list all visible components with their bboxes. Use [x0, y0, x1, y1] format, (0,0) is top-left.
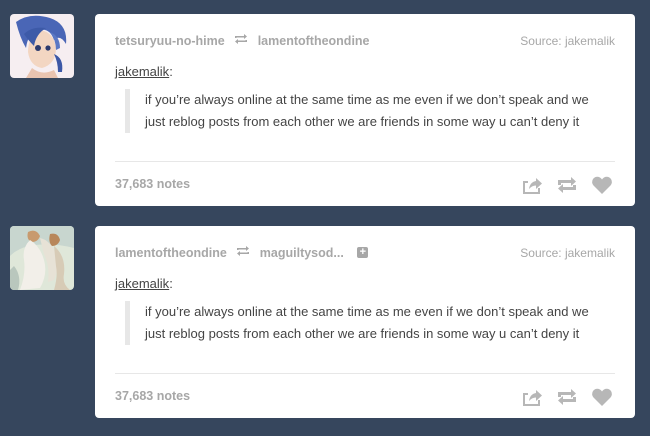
source-link[interactable]: Source: jakemalik: [520, 244, 615, 262]
post-controls: [521, 175, 613, 195]
reblog-icon: [236, 244, 250, 262]
share-icon[interactable]: [521, 175, 543, 195]
divider: [115, 373, 615, 374]
quote-author: jakemalik:: [115, 64, 173, 79]
post-header: lamentoftheondine maguiltysod... + Sourc…: [115, 244, 615, 262]
post-header: tetsuryuu-no-hime lamentoftheondine Sour…: [115, 32, 615, 50]
reblog-icon: [234, 32, 248, 50]
quote-author-colon: :: [169, 276, 173, 291]
quote-text: if you’re always online at the same time…: [125, 89, 605, 133]
quote-author-colon: :: [169, 64, 173, 79]
quote-author-link[interactable]: jakemalik: [115, 64, 169, 79]
like-heart-icon[interactable]: [591, 175, 613, 195]
follow-plus-button[interactable]: +: [357, 247, 369, 259]
avatar[interactable]: [10, 14, 74, 78]
avatar[interactable]: [10, 226, 74, 290]
blog-name-link[interactable]: lamentoftheondine: [115, 246, 227, 260]
quote-text: if you’re always online at the same time…: [125, 301, 605, 345]
post-card: lamentoftheondine maguiltysod... + Sourc…: [95, 226, 635, 418]
reblogged-from-link[interactable]: lamentoftheondine: [258, 34, 370, 48]
post-controls: [521, 387, 613, 407]
notes-count[interactable]: 37,683 notes: [115, 389, 190, 403]
reblog-icon[interactable]: [556, 387, 578, 407]
blog-name-link[interactable]: tetsuryuu-no-hime: [115, 34, 225, 48]
reblog-icon[interactable]: [556, 175, 578, 195]
share-icon[interactable]: [521, 387, 543, 407]
source-link[interactable]: Source: jakemalik: [520, 32, 615, 50]
quote-author: jakemalik:: [115, 276, 173, 291]
divider: [115, 161, 615, 162]
reblogged-from-link[interactable]: maguiltysod...: [260, 246, 344, 260]
quote-author-link[interactable]: jakemalik: [115, 276, 169, 291]
notes-count[interactable]: 37,683 notes: [115, 177, 190, 191]
post-card: tetsuryuu-no-hime lamentoftheondine Sour…: [95, 14, 635, 206]
like-heart-icon[interactable]: [591, 387, 613, 407]
